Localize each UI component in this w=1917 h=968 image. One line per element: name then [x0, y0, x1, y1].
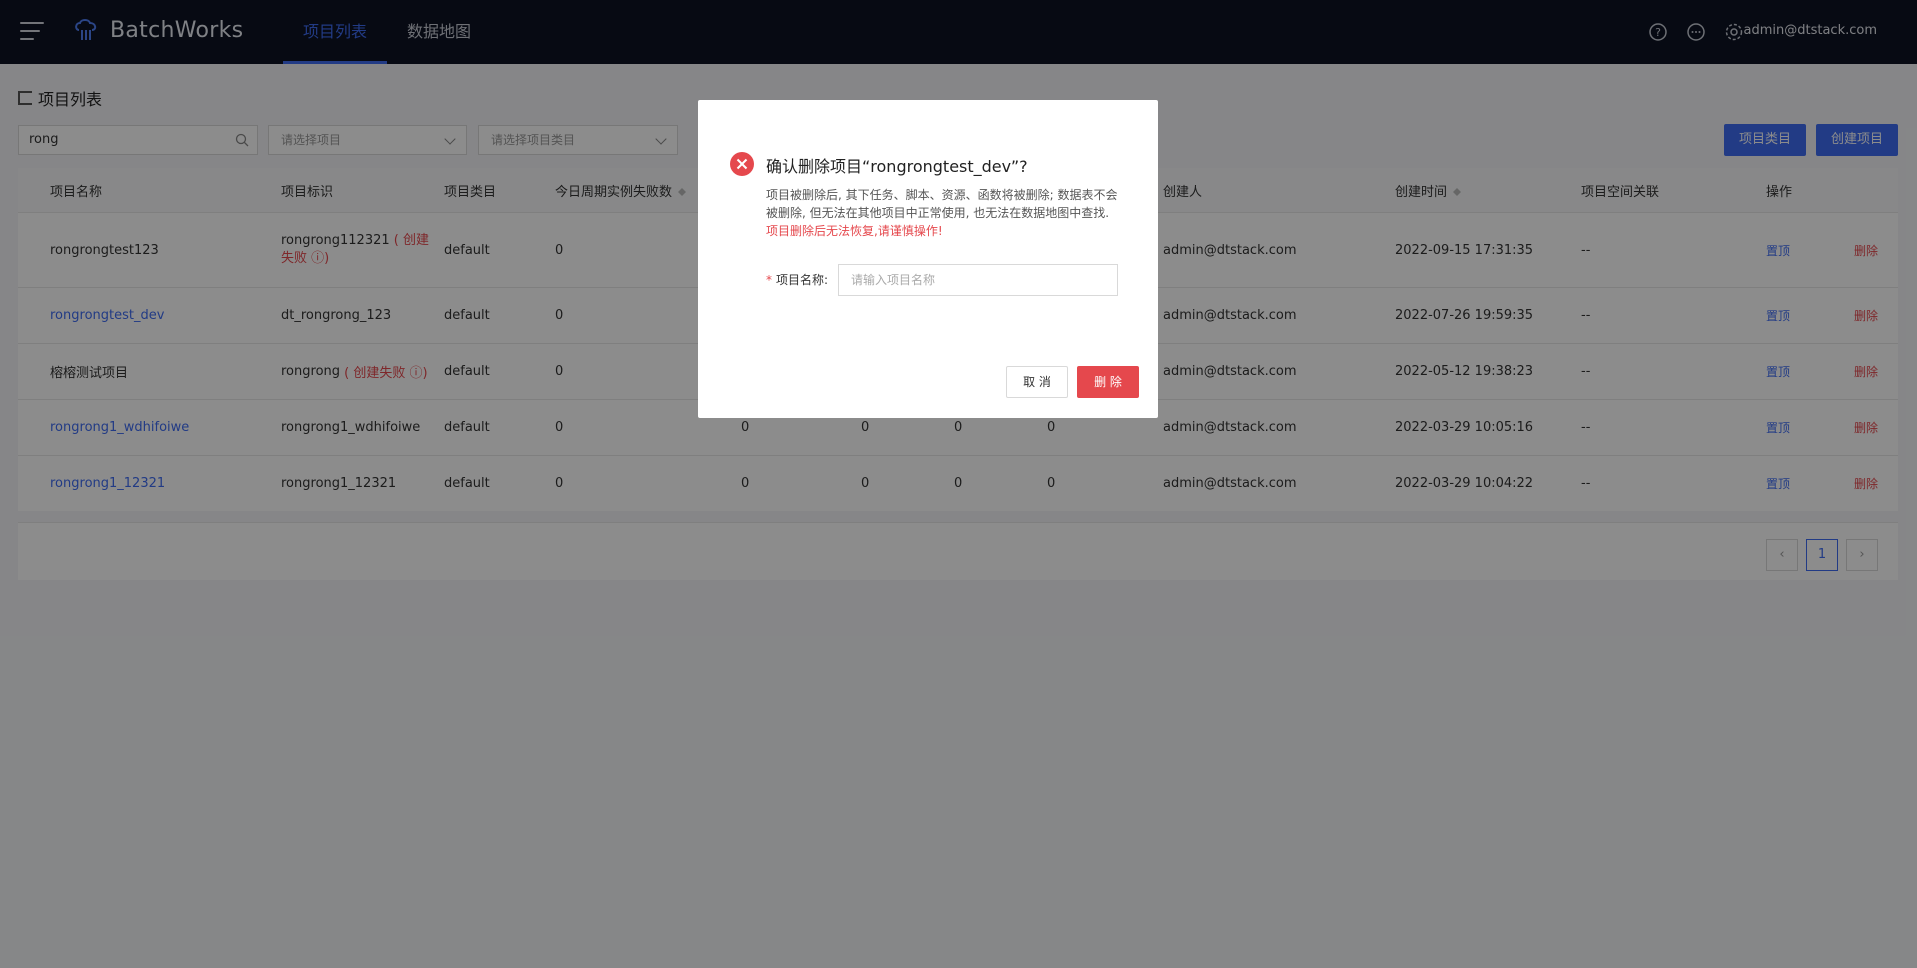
project-name-label-text: 项目名称:: [776, 273, 829, 287]
dialog-title: 确认删除项目“rongrongtest_dev”?: [766, 157, 1028, 176]
delete-confirm-dialog: 确认删除项目“rongrongtest_dev”? 项目被删除后, 其下任务、脚…: [698, 100, 1158, 418]
project-name-label: * 项目名称:: [766, 271, 828, 288]
project-name-input[interactable]: [838, 264, 1118, 296]
dialog-warning: 项目删除后无法恢复,请谨慎操作!: [766, 224, 943, 238]
required-mark: *: [766, 273, 772, 287]
dialog-description: 项目被删除后, 其下任务、脚本、资源、函数将被删除; 数据表不会被删除, 但无法…: [766, 186, 1126, 240]
dialog-desc-text: 项目被删除后, 其下任务、脚本、资源、函数将被删除; 数据表不会被删除, 但无法…: [766, 188, 1118, 220]
cancel-button[interactable]: 取 消: [1006, 366, 1068, 398]
delete-button[interactable]: 删 除: [1077, 366, 1139, 398]
error-icon: [730, 152, 754, 176]
